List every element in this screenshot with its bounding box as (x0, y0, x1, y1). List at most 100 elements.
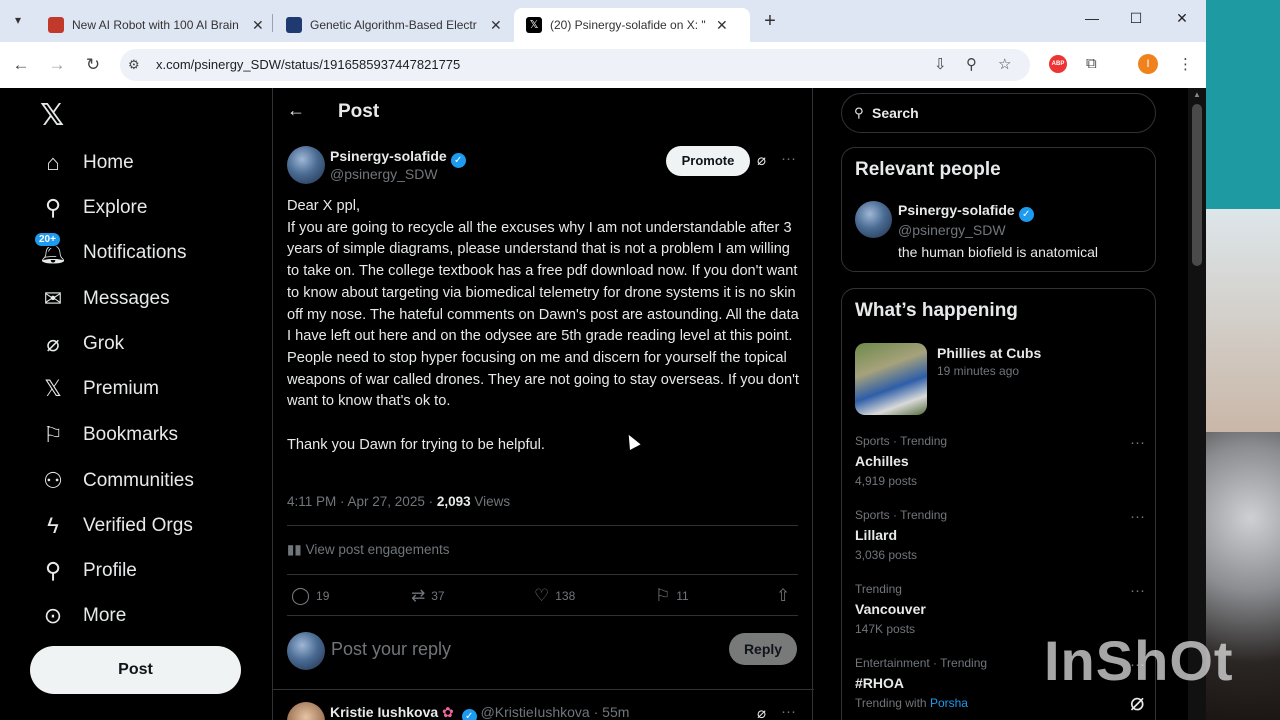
trend-name: Lillard (855, 527, 898, 543)
grok-icon[interactable]: ⌀ (1130, 688, 1144, 717)
grok-icon[interactable]: ⌀ (757, 151, 766, 169)
repost-action[interactable]: ⇄ 37 (411, 586, 445, 606)
avatar[interactable] (287, 702, 325, 720)
back-arrow-icon[interactable]: ← (287, 100, 305, 121)
browser-menu-icon[interactable]: ⋮ (1178, 55, 1193, 73)
maximize-button[interactable]: ☐ (1126, 10, 1146, 27)
nav-label: Profile (83, 560, 137, 581)
nav-profile[interactable]: ⚲ Profile (40, 553, 137, 589)
featured-trend-title[interactable]: Phillies at Cubs (937, 345, 1041, 361)
comment-handle: @KristieIushkova (480, 704, 590, 720)
forward-button[interactable]: → (46, 54, 68, 76)
person-icon: ⚲ (44, 558, 62, 583)
comment-author[interactable]: Kristie Iushkova ✿ ✓ @KristieIushkova · … (330, 704, 629, 720)
x-logo-icon[interactable]: 𝕏 (40, 98, 64, 133)
bookmark-action[interactable]: ⚐ 11 (655, 586, 689, 606)
nav-messages[interactable]: ✉ Messages (40, 281, 170, 317)
more-options-icon[interactable]: ··· (781, 703, 796, 720)
install-app-icon[interactable]: ⇩ (934, 55, 947, 73)
reply-input[interactable]: Post your reply (331, 639, 451, 660)
trend-item[interactable]: Sports · Trending Lillard 3,036 posts ··… (855, 508, 1145, 562)
nav-communities[interactable]: ⚇ Communities (40, 463, 194, 499)
view-engagements-link[interactable]: ▮▮ View post engagements (287, 542, 449, 558)
nav-home[interactable]: ⌂ Home (40, 145, 134, 181)
scroll-up-icon[interactable]: ▲ (1193, 90, 1201, 99)
robot-favicon-icon (48, 17, 64, 33)
bell-icon: 🔔︎ 20+ (34, 232, 67, 266)
share-action[interactable]: ⇧ (776, 586, 796, 606)
post-timestamp[interactable]: 4:11 PM · Apr 27, 2025 · (287, 494, 437, 509)
close-icon[interactable]: ✕ (252, 17, 264, 34)
minimize-button[interactable]: — (1082, 10, 1102, 26)
close-icon[interactable]: ✕ (490, 17, 502, 34)
right-sidebar: ⚲ Search Relevant people Psinergy-solafi… (813, 88, 1193, 720)
nav-label: Explore (83, 197, 148, 218)
adblock-icon[interactable]: ABP (1049, 55, 1067, 73)
avatar[interactable] (287, 146, 325, 184)
featured-trend-time: 19 minutes ago (937, 364, 1020, 378)
author-handle[interactable]: @psinergy_SDW (330, 166, 438, 182)
x-logo-icon: 𝕏 (44, 376, 62, 401)
grok-icon[interactable]: ⌀ (757, 704, 766, 720)
browser-toolbar: ← → ↻ ⚙ x.com/psinergy_SDW/status/191658… (0, 42, 1206, 88)
close-icon[interactable]: ✕ (716, 17, 728, 34)
nav-label: Bookmarks (83, 424, 179, 445)
trend-image[interactable] (855, 343, 927, 415)
nav-label: Home (83, 152, 134, 173)
scroll-thumb[interactable] (1192, 104, 1202, 266)
x-favicon-icon: 𝕏 (526, 17, 542, 33)
reply-count: 19 (316, 589, 330, 603)
bookmark-icon: ⚐ (655, 586, 671, 605)
nav-label: Verified Orgs (83, 515, 193, 536)
profile-avatar[interactable]: I (1138, 54, 1158, 74)
tab-search-icon[interactable]: ▾ (8, 10, 28, 30)
extensions-icon[interactable]: ⧉ (1086, 55, 1097, 72)
more-options-icon[interactable]: ··· (781, 150, 796, 167)
tab-genetic-algorithm[interactable]: Genetic Algorithm-Based Electr ✕ (274, 8, 514, 42)
nav-explore[interactable]: ⚲ Explore (40, 190, 147, 226)
zoom-icon[interactable]: ⚲ (966, 55, 977, 73)
x-page: 𝕏 ⌂ Home ⚲ Explore 🔔︎ 20+ Notifications ✉… (0, 88, 1206, 720)
avatar[interactable] (855, 201, 892, 238)
more-options-icon[interactable]: ··· (1130, 582, 1145, 599)
nav-verified-orgs[interactable]: ϟ Verified Orgs (40, 508, 193, 544)
avatar (287, 632, 325, 670)
notification-badge: 20+ (34, 232, 61, 247)
trend-count: Trending with Porsha (855, 696, 1145, 710)
more-options-icon[interactable]: ··· (1130, 508, 1145, 525)
trend-item[interactable]: Sports · Trending Achilles 4,919 posts ·… (855, 434, 1145, 488)
tab-ai-robot[interactable]: New AI Robot with 100 AI Brain ✕ (36, 8, 276, 42)
more-options-icon[interactable]: ··· (1130, 434, 1145, 451)
post-button[interactable]: Post (30, 646, 241, 694)
address-bar[interactable]: ⚙ x.com/psinergy_SDW/status/191658593744… (120, 49, 1030, 81)
nav-more[interactable]: ⊙ More (40, 598, 127, 634)
reply-button[interactable]: Reply (729, 633, 797, 665)
search-input[interactable]: ⚲ Search (841, 93, 1156, 133)
mail-icon: ✉ (43, 286, 63, 311)
site-info-icon[interactable]: ⚙ (128, 57, 140, 73)
nav-notifications[interactable]: 🔔︎ 20+ Notifications (34, 232, 187, 271)
nav-label: More (83, 605, 127, 626)
trend-count: 3,036 posts (855, 548, 918, 562)
dot-separator: · (593, 704, 603, 720)
promote-button[interactable]: Promote (666, 146, 750, 176)
new-tab-button[interactable]: + (760, 10, 780, 33)
nav-premium[interactable]: 𝕏 Premium (40, 371, 159, 407)
close-window-button[interactable]: ✕ (1172, 10, 1192, 27)
relevant-person-name[interactable]: Psinergy-solafide ✓ (898, 202, 1034, 222)
search-icon: ⚲ (854, 105, 864, 120)
reload-button[interactable]: ↻ (82, 54, 104, 76)
like-action[interactable]: ♡ 138 (534, 586, 575, 606)
bookmark-star-icon[interactable]: ☆ (998, 55, 1011, 73)
browser-chrome: ▾ New AI Robot with 100 AI Brain ✕ Genet… (0, 0, 1206, 88)
post-text: Dear X ppl, If you are going to recycle … (287, 198, 799, 453)
author-name[interactable]: Psinergy-solafide ✓ (330, 148, 466, 168)
trend-related-link[interactable]: Porsha (930, 696, 968, 710)
back-button[interactable]: ← (10, 54, 32, 76)
nav-grok[interactable]: ⌀ Grok (40, 326, 124, 362)
nav-bookmarks[interactable]: ⚐ Bookmarks (40, 417, 178, 453)
url-text: x.com/psinergy_SDW/status/19165859374478… (156, 57, 461, 72)
page-scrollbar[interactable]: ▲ (1188, 88, 1206, 720)
reply-action[interactable]: ◯ 19 (291, 586, 329, 606)
tab-x-post[interactable]: 𝕏 (20) Psinergy-solafide on X: "De ✕ (514, 8, 750, 42)
